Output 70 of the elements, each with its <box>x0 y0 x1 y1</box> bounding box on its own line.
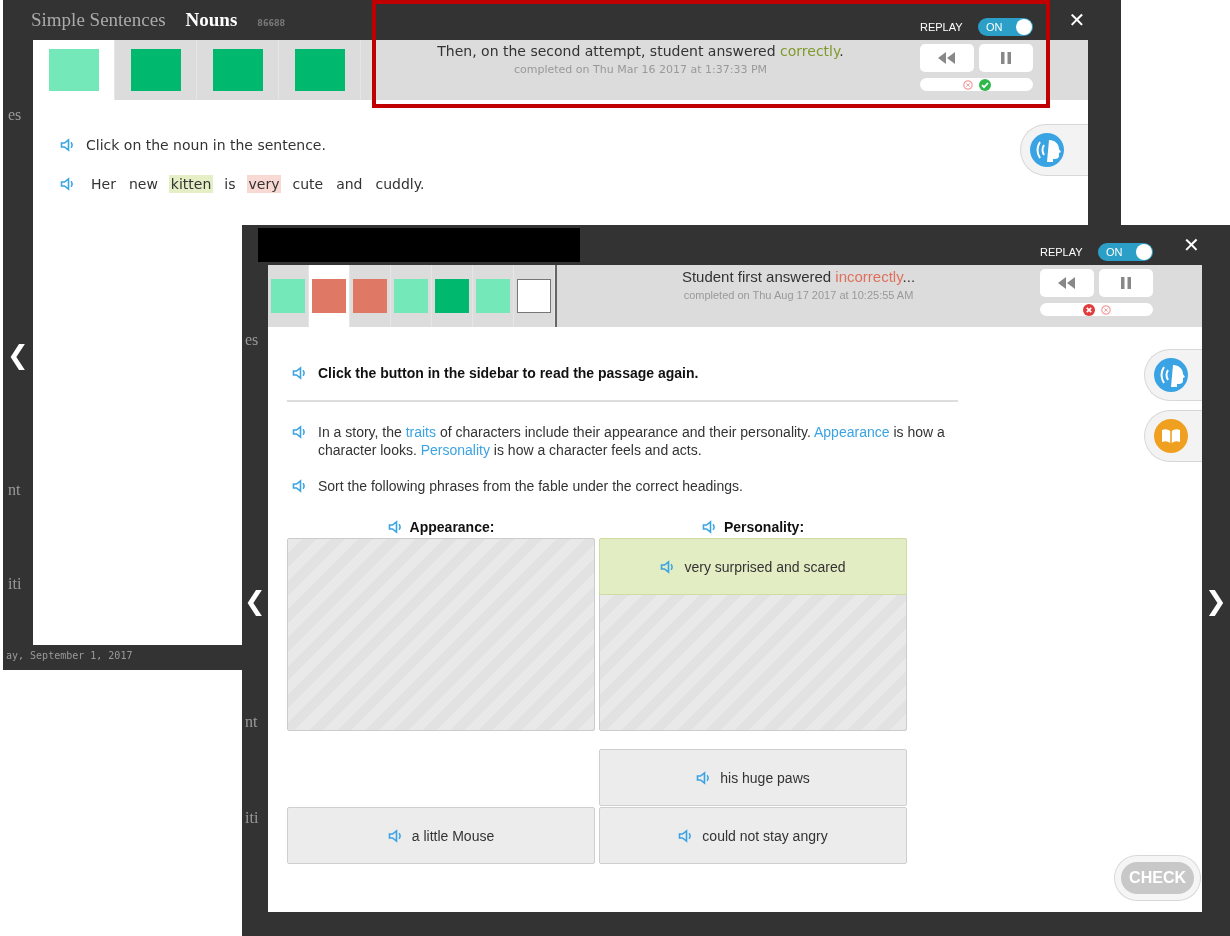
rewind-button[interactable] <box>920 44 974 72</box>
phrase-tile[interactable]: his huge paws <box>599 749 907 806</box>
progress-tab[interactable] <box>432 265 473 327</box>
speaker-icon <box>292 425 306 439</box>
speaker-icon <box>678 828 693 843</box>
speaker-icon <box>660 559 675 574</box>
speaker-icon <box>701 520 716 534</box>
column-heading: Appearance: <box>409 519 495 535</box>
pause-button[interactable] <box>979 44 1033 72</box>
word-choice[interactable]: kitten <box>168 175 214 193</box>
close-button[interactable]: ✕ <box>1181 233 1202 257</box>
background-text: es <box>245 330 259 350</box>
background-text: nt <box>8 480 21 500</box>
timestamp-text: completed on Thu Mar 16 2017 at 1:37:33 PM <box>514 63 767 76</box>
lesson-title: Nouns <box>185 9 238 31</box>
speaking-head-icon <box>1153 357 1189 393</box>
previous-button[interactable]: ❮ <box>244 585 266 616</box>
speaker-icon <box>292 366 306 380</box>
background-text: iti <box>8 574 22 594</box>
phrase-tile[interactable]: could not stay angry <box>599 807 907 864</box>
drop-zone[interactable] <box>287 538 595 731</box>
background-text: nt <box>245 712 258 732</box>
word-choice[interactable]: cuddly. <box>373 175 427 193</box>
rewind-icon <box>938 52 956 64</box>
progress-tab[interactable] <box>350 265 391 327</box>
feedback-text: Student first answered incorrectly... <box>681 268 916 285</box>
replay-label: REPLAY <box>1040 246 1083 258</box>
passage-text: In a story, the traits of characters include their appearance and their personality. Appearance is how a character looks. Personality is how a character feels and acts. <box>318 423 946 459</box>
instruction-text: Click the button in the sidebar to read the passage again. <box>318 365 699 381</box>
pause-icon <box>1001 52 1011 64</box>
phrase-tile[interactable]: a little Mouse <box>287 807 595 864</box>
pause-icon <box>1121 277 1131 289</box>
timestamp-text: completed on Thu Aug 17 2017 at 10:25:55 AM <box>683 289 914 301</box>
pause-button[interactable] <box>1099 269 1153 297</box>
progress-tab[interactable] <box>309 265 350 327</box>
phrase-tile[interactable]: very surprised and scared <box>599 538 907 595</box>
word-choice[interactable]: Her <box>89 175 118 193</box>
speaking-head-icon <box>1029 132 1065 168</box>
next-button[interactable]: ❯ <box>1205 585 1227 616</box>
background-text: ay, September 1, 2017 <box>6 650 133 662</box>
previous-button[interactable]: ❮ <box>7 340 29 370</box>
word-choice[interactable]: cute <box>290 175 326 193</box>
close-button[interactable]: ✕ <box>1066 8 1088 32</box>
speaker-icon <box>292 479 306 493</box>
read-aloud-button[interactable] <box>1144 349 1202 401</box>
prompt-text: Sort the following phrases from the fable under the correct headings. <box>318 478 743 494</box>
progress-tab[interactable] <box>514 265 555 327</box>
lesson-code: 86688 <box>257 18 286 28</box>
book-icon <box>1153 418 1189 454</box>
word-choice[interactable]: very <box>246 175 282 193</box>
course-title: Simple Sentences <box>31 9 166 31</box>
speaker-icon <box>60 177 74 191</box>
background-text: iti <box>245 808 259 828</box>
speaker-icon <box>387 828 402 843</box>
rewind-button[interactable] <box>1040 269 1094 297</box>
speaker-icon <box>387 520 402 534</box>
drop-zone[interactable]: very surprised and scared <box>599 538 907 731</box>
column-heading: Personality: <box>723 519 805 535</box>
word-choice[interactable]: is <box>222 175 238 193</box>
word-choice[interactable]: new <box>126 175 160 193</box>
speaker-icon <box>60 138 74 152</box>
passage-button[interactable] <box>1144 410 1202 462</box>
word-choice[interactable]: and <box>334 175 365 193</box>
speaker-icon <box>696 770 711 785</box>
instruction-text: Click on the noun in the sentence. <box>86 137 326 153</box>
rewind-icon <box>1058 277 1076 289</box>
replay-label: REPLAY <box>920 21 963 33</box>
read-aloud-button[interactable] <box>1020 124 1088 176</box>
feedback-text: Then, on the second attempt, student answered correctly. <box>437 43 844 59</box>
background-text: es <box>8 105 22 125</box>
